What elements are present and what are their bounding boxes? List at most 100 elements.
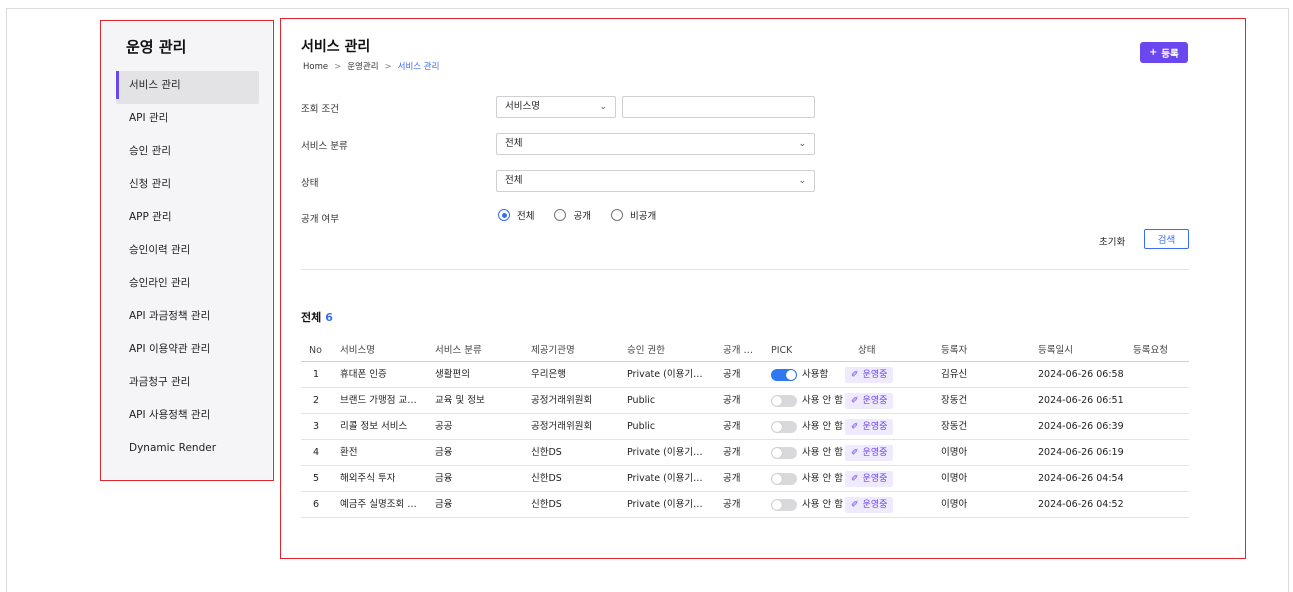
reset-button[interactable]: 초기화: [1099, 234, 1125, 248]
cell-date: 2024-06-26 06:39: [1038, 421, 1124, 432]
sidebar-item[interactable]: 승인 관리: [116, 137, 259, 170]
sidebar-item[interactable]: API 관리: [116, 104, 259, 137]
search-type-select[interactable]: 서비스명 ⌄: [496, 96, 616, 118]
cell-name: 예금주 실명조회 …: [340, 499, 417, 510]
cell-public: 공개: [723, 421, 741, 432]
column-header[interactable]: 등록요청: [1133, 340, 1168, 362]
pick-toggle[interactable]: [771, 421, 797, 433]
column-header[interactable]: 승인 권한: [627, 340, 665, 362]
sidebar-item[interactable]: API 과금정책 관리: [116, 302, 259, 335]
search-condition-label: 조회 조건: [301, 104, 339, 115]
pick-toggle[interactable]: [771, 473, 797, 485]
cell-provider: 공정거래위원회: [531, 395, 593, 406]
table-row[interactable]: 1 휴대폰 인증 생활편의 우리은행 Private (이용기… 공개 사용함 ✐ 운영중 김유신…: [301, 362, 1189, 388]
table-row[interactable]: 4 환전 금융 신한DS Private (이용기… 공개 사용 안 함 ✐ 운영중 이명아 202…: [301, 440, 1189, 466]
sidebar-item[interactable]: API 이용약관 관리: [116, 335, 259, 368]
sidebar-item[interactable]: 과금청구 관리: [116, 368, 259, 401]
pick-toggle[interactable]: [771, 447, 797, 459]
radio-icon: [498, 209, 510, 221]
radio-label: 비공개: [629, 211, 657, 222]
column-header[interactable]: 등록일시: [1038, 340, 1073, 362]
cell-auth: Public: [627, 421, 656, 432]
status-text: 운영중: [862, 448, 888, 458]
chevron-down-icon: ⌄: [798, 139, 806, 149]
table-row[interactable]: 6 예금주 실명조회 … 금융 신한DS Private (이용기… 공개 사용 안 함 ✐ 운…: [301, 492, 1189, 518]
sidebar-item[interactable]: 신청 관리: [116, 170, 259, 203]
service-table: No 서비스명 서비스 분류 제공기관명 승인 권한 공개 … PICK 상태 등록자 등록일시 등…: [301, 340, 1189, 518]
cell-category: 금융: [435, 447, 453, 458]
sidebar-item[interactable]: API 사용정책 관리: [116, 401, 259, 434]
sidebar-item[interactable]: 승인이력 관리: [116, 236, 259, 269]
table-header: No 서비스명 서비스 분류 제공기관명 승인 권한 공개 … PICK 상태 등록자 등록일시 등…: [301, 340, 1189, 362]
sidebar-title: 운영 관리: [126, 38, 187, 56]
breadcrumb-home[interactable]: Home: [303, 62, 328, 72]
column-header[interactable]: 제공기관명: [531, 340, 575, 362]
category-label: 서비스 분류: [301, 141, 348, 152]
sidebar-item[interactable]: Dynamic Render: [116, 434, 259, 467]
pick-toggle[interactable]: [771, 499, 797, 511]
cell-registrant: 이명아: [941, 473, 968, 484]
search-button[interactable]: 검색: [1144, 229, 1189, 249]
table-row[interactable]: 3 리콜 정보 서비스 공공 공정거래위원회 Public 공개 사용 안 함 ✐ 운영중 장동건…: [301, 414, 1189, 440]
cell-date: 2024-06-26 04:52: [1038, 499, 1124, 510]
cell-registrant: 이명아: [941, 447, 968, 458]
cell-public: 공개: [723, 447, 741, 458]
cell-registrant: 장동건: [941, 421, 968, 432]
public-radio-option[interactable]: 비공개: [610, 208, 657, 222]
public-radio-option[interactable]: 공개: [554, 208, 591, 222]
sidebar-menu: 서비스 관리 API 관리 승인 관리 신청 관리 APP 관리 승인이력 관리 승인라인 …: [116, 71, 259, 467]
radio-label: 전체: [517, 211, 535, 222]
divider: [301, 269, 1189, 270]
breadcrumb: Home > 운영관리 > 서비스 관리: [303, 60, 439, 72]
sidebar-item[interactable]: APP 관리: [116, 203, 259, 236]
radio-icon: [610, 209, 623, 221]
sidebar-item[interactable]: 승인라인 관리: [116, 269, 259, 302]
table-row[interactable]: 2 브랜드 가맹점 교… 교육 및 정보 공정거래위원회 Public 공개 사용 안 함 ✐…: [301, 388, 1189, 414]
chevron-down-icon: ⌄: [599, 102, 607, 112]
status-text: 운영중: [862, 370, 888, 380]
column-header[interactable]: 상태: [858, 340, 875, 362]
cell-date: 2024-06-26 06:51: [1038, 395, 1124, 406]
radio-icon: [554, 209, 567, 221]
cell-name: 해외주식 투자: [340, 473, 396, 484]
category-select[interactable]: 전체 ⌄: [496, 133, 815, 155]
column-header[interactable]: 서비스명: [340, 340, 375, 362]
status-value: 전체: [505, 175, 523, 186]
search-input[interactable]: [622, 96, 815, 118]
cell-no: 1: [313, 369, 320, 380]
rocket-icon: ✐: [851, 370, 859, 380]
table-row[interactable]: 5 해외주식 투자 금융 신한DS Private (이용기… 공개 사용 안 함 ✐ 운영중 이…: [301, 466, 1189, 492]
status-text: 운영중: [862, 500, 888, 510]
cell-public: 공개: [723, 369, 741, 380]
total-label: 전체: [301, 311, 322, 324]
cell-date: 2024-06-26 06:19: [1038, 447, 1124, 458]
sidebar-item[interactable]: 서비스 관리: [116, 71, 259, 104]
cell-no: 6: [313, 499, 320, 510]
status-badge: ✐ 운영중: [845, 393, 894, 409]
radio-label: 공개: [573, 211, 591, 222]
column-header[interactable]: 서비스 분류: [435, 340, 482, 362]
main-content: 서비스 관리 Home > 운영관리 > 서비스 관리 + 등록 조회 조건 서비스명 …: [284, 22, 1244, 557]
cell-name: 휴대폰 인증: [340, 369, 387, 380]
cell-category: 공공: [435, 421, 453, 432]
rocket-icon: ✐: [851, 474, 859, 484]
pick-toggle[interactable]: [771, 395, 797, 407]
public-radio-group: 전체 공개 비공개: [498, 208, 656, 222]
column-header[interactable]: 등록자: [941, 340, 967, 362]
status-select[interactable]: 전체 ⌄: [496, 170, 815, 192]
column-header[interactable]: 공개 …: [723, 340, 753, 362]
cell-auth: Private (이용기…: [627, 369, 703, 380]
public-label: 공개 여부: [301, 214, 339, 225]
register-label: 등록: [1161, 48, 1179, 60]
cell-registrant: 장동건: [941, 395, 968, 406]
breadcrumb-ops[interactable]: 운영관리: [347, 62, 378, 72]
register-button[interactable]: + 등록: [1140, 42, 1188, 63]
cell-no: 2: [313, 395, 320, 406]
pick-toggle[interactable]: [771, 369, 797, 381]
column-header[interactable]: No: [309, 340, 322, 362]
public-radio-option[interactable]: 전체: [498, 208, 534, 222]
cell-no: 4: [313, 447, 320, 458]
column-header[interactable]: PICK: [771, 340, 792, 362]
cell-category: 금융: [435, 473, 453, 484]
cell-provider: 공정거래위원회: [531, 421, 593, 432]
